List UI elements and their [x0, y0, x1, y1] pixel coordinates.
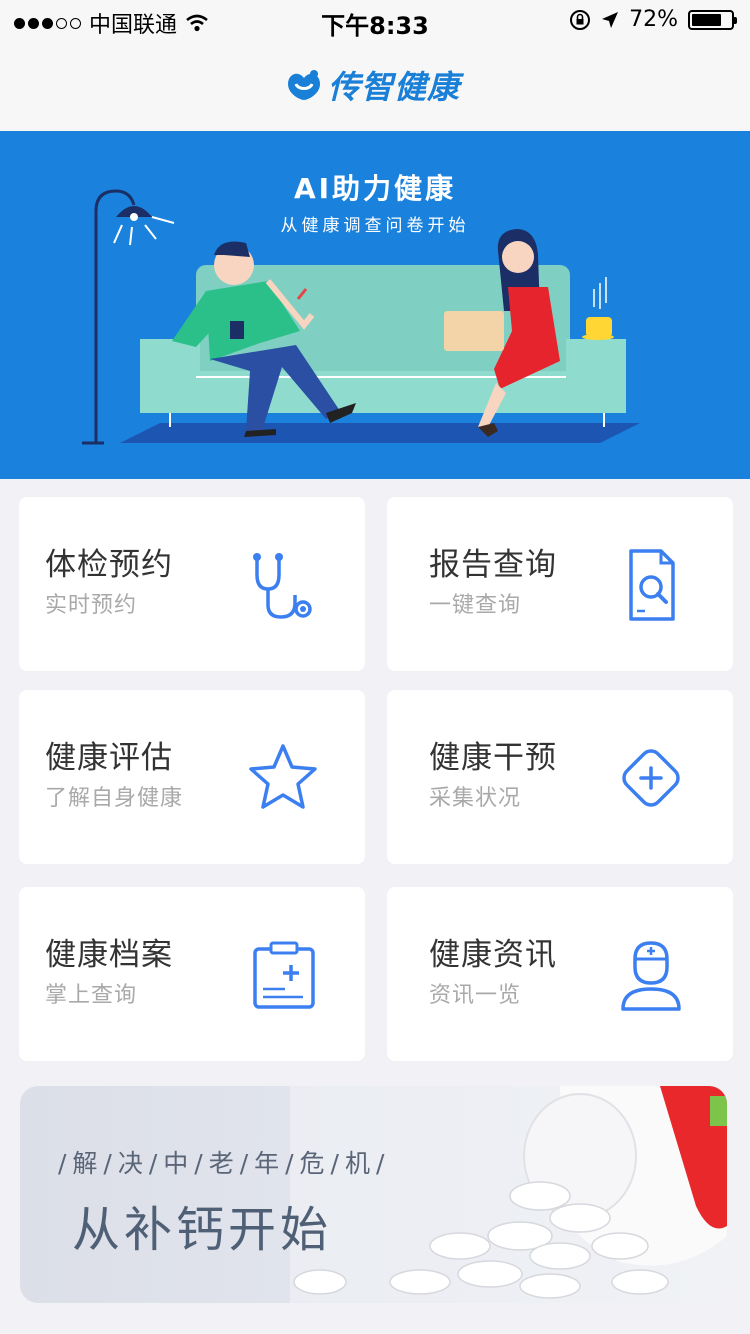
logo-text: 传智健康 [328, 68, 461, 106]
card-title: 健康评估 [45, 740, 173, 776]
status-bar: 中国联通 下午8:33 72% [0, 0, 750, 40]
card-report-query[interactable]: 报告查询 一键查询 [387, 497, 733, 671]
rotation-lock-icon [570, 9, 591, 30]
battery-icon [688, 9, 737, 30]
stethoscope-icon [253, 553, 312, 619]
card-subtitle: 一键查询 [429, 593, 522, 618]
logo-mark-icon [288, 70, 320, 100]
location-arrow-icon [602, 11, 619, 28]
medical-plus-icon [622, 749, 680, 807]
battery-percent: 72% [629, 7, 678, 32]
promo-title: 从补钙开始 [72, 1202, 333, 1258]
calcium-promo-banner[interactable]: /解/决/中/老/年/危/机/ 从补钙开始 [20, 1086, 727, 1303]
card-health-assessment[interactable]: 健康评估 了解自身健康 [19, 690, 365, 864]
card-subtitle: 了解自身健康 [45, 786, 184, 811]
doctor-icon [621, 941, 681, 1011]
card-health-news[interactable]: 健康资讯 资讯一览 [387, 887, 733, 1061]
card-subtitle: 资讯一览 [429, 983, 522, 1008]
banner-subtitle: 从健康调查问卷开始 [280, 216, 470, 236]
card-title: 健康干预 [429, 740, 557, 776]
app-logo: 传智健康 [284, 62, 460, 108]
card-title: 报告查询 [429, 547, 557, 583]
card-title: 健康资讯 [429, 937, 557, 973]
banner-title: AI助力健康 [293, 172, 457, 205]
star-icon [249, 744, 317, 809]
card-exam-booking[interactable]: 体检预约 实时预约 [19, 497, 365, 671]
card-health-records[interactable]: 健康档案 掌上查询 [19, 887, 365, 1061]
card-subtitle: 采集状况 [429, 786, 522, 811]
promo-subtitle: /解/决/中/老/年/危/机/ [58, 1149, 391, 1178]
card-subtitle: 掌上查询 [45, 983, 138, 1008]
hero-banner[interactable]: AI助力健康 从健康调查问卷开始 [0, 131, 750, 479]
card-title: 体检预约 [45, 547, 173, 583]
medical-record-icon [253, 941, 315, 1009]
card-title: 健康档案 [45, 937, 173, 973]
card-subtitle: 实时预约 [45, 593, 138, 618]
card-health-intervention[interactable]: 健康干预 采集状况 [387, 690, 733, 864]
report-search-icon [629, 549, 675, 621]
nav-bar: 传智健康 [0, 40, 750, 131]
